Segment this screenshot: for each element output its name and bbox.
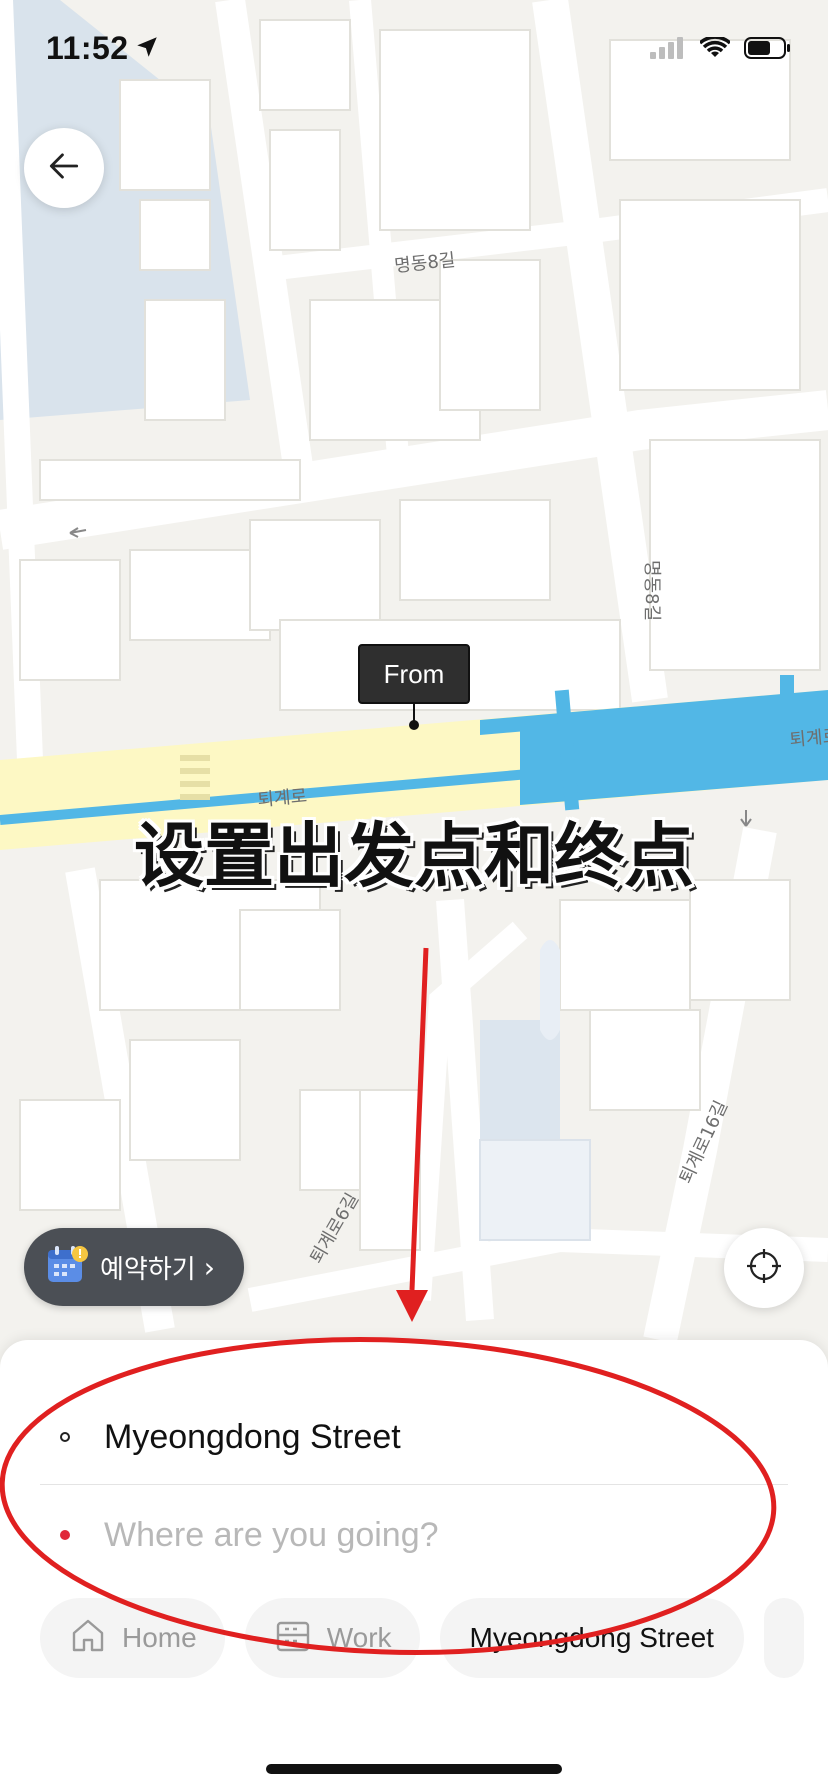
street-label: 퇴계로: [789, 726, 828, 751]
crosshair-icon: [744, 1246, 784, 1291]
shortcut-label: Home: [122, 1622, 197, 1653]
chevron-right-icon: ›: [203, 1250, 215, 1284]
shortcut-chip-more[interactable]: [763, 1598, 804, 1678]
wifi-icon: [698, 35, 732, 64]
reserve-label: 예약하기: [100, 1254, 196, 1285]
shortcut-chip-work[interactable]: Work: [244, 1598, 420, 1678]
from-pin-label: From: [358, 644, 470, 704]
destination-input[interactable]: [104, 1515, 704, 1555]
status-time: 11:52: [46, 30, 129, 66]
route-divider: [40, 1484, 788, 1485]
battery-icon: [744, 36, 792, 65]
tutorial-caption: 设置出发点和终点: [134, 815, 694, 897]
street-label: 명동8길: [641, 560, 662, 621]
destination-field[interactable]: [40, 1488, 788, 1582]
status-bar: 11:52: [0, 0, 828, 100]
origin-text: Myeongdong Street: [104, 1417, 401, 1456]
shortcut-label: Myeongdong Street: [469, 1622, 714, 1653]
briefcase-icon: [273, 1615, 313, 1662]
origin-field[interactable]: Myeongdong Street: [40, 1390, 788, 1484]
shortcut-chips: Home Work Myeongdong Street: [40, 1598, 804, 1678]
calendar-icon: [46, 1242, 90, 1293]
from-pin-dot: [409, 720, 419, 730]
location-arrow-icon: [134, 34, 160, 65]
shortcut-label: Work: [326, 1622, 392, 1653]
reserve-button[interactable]: 예약하기 ›: [24, 1228, 244, 1306]
home-icon: [68, 1615, 108, 1662]
back-button[interactable]: [24, 128, 104, 208]
locate-me-button[interactable]: [724, 1228, 804, 1308]
home-indicator: [266, 1764, 562, 1774]
cellular-signal-icon: [650, 37, 686, 64]
arrow-left-icon: [45, 147, 83, 190]
origin-marker-icon: [60, 1432, 70, 1442]
shortcut-chip-recent[interactable]: Myeongdong Street: [439, 1598, 744, 1678]
destination-marker-icon: [60, 1530, 70, 1540]
shortcut-chip-home[interactable]: Home: [40, 1598, 225, 1678]
